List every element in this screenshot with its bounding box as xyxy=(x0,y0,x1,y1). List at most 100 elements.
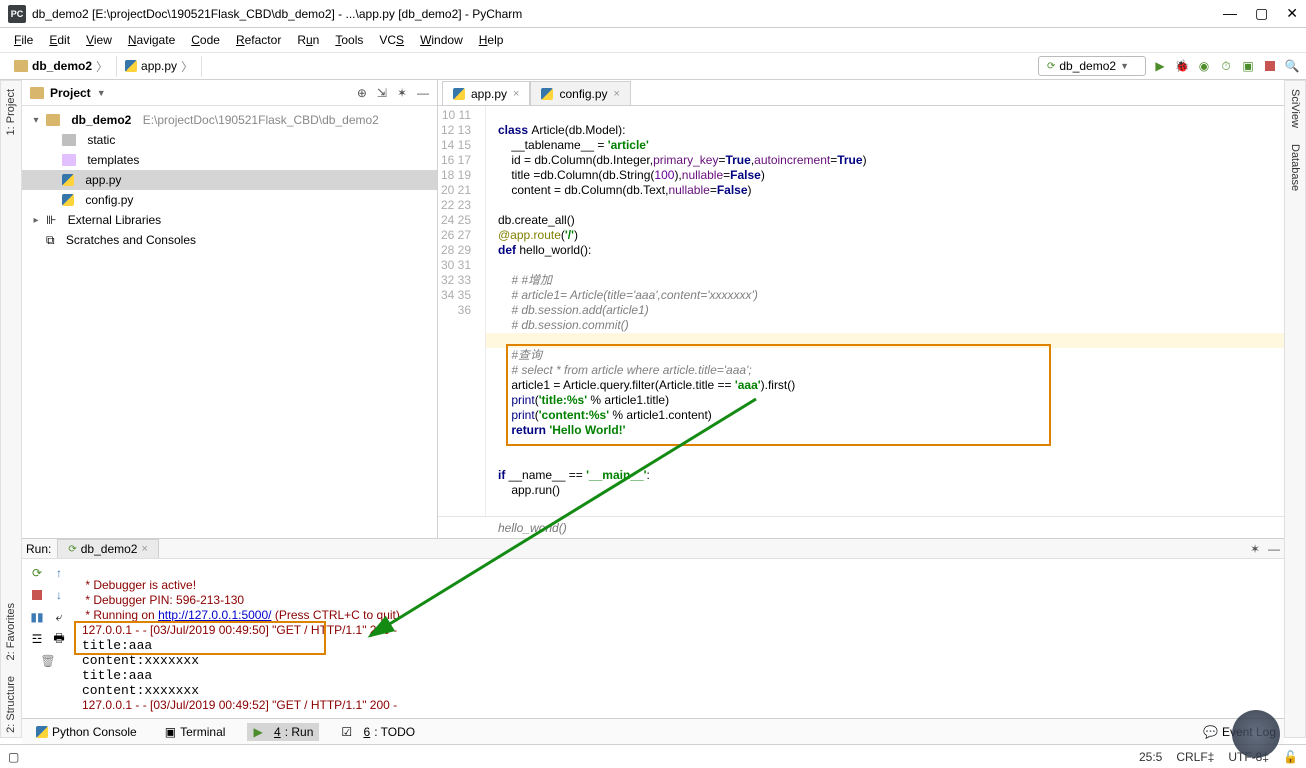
stop-button[interactable] xyxy=(1262,58,1278,74)
menu-view[interactable]: View xyxy=(80,31,118,49)
tree-root[interactable]: ▾ db_demo2 E:\projectDoc\190521Flask_CBD… xyxy=(22,110,437,130)
print-button[interactable]: 🖶 xyxy=(49,629,69,649)
sidetab-database[interactable]: Database xyxy=(1287,140,1303,195)
runconfig-dropdown[interactable]: ⟳ db_demo2 ▼ xyxy=(1038,56,1146,76)
toolwin-python-console[interactable]: Python Console xyxy=(30,723,143,741)
menu-run[interactable]: Run xyxy=(291,31,325,49)
terminal-icon: ▣ xyxy=(165,725,176,739)
navbar: db_demo2 〉 app.py 〉 ⟳ db_demo2 ▼ ▶ 🐞 ◉ ⏱… xyxy=(0,52,1306,80)
python-file-icon xyxy=(541,88,553,100)
menu-navigate[interactable]: Navigate xyxy=(122,31,181,49)
window-title: db_demo2 [E:\projectDoc\190521Flask_CBD\… xyxy=(32,7,522,21)
scroll-up-button[interactable]: ↑ xyxy=(49,563,69,583)
eventlog-icon: 💬 xyxy=(1203,725,1218,739)
run-label: Run: xyxy=(26,542,51,556)
tree-file-config[interactable]: config.py xyxy=(22,190,437,210)
tab-config[interactable]: config.py× xyxy=(530,81,630,105)
debug-button[interactable]: 🐞 xyxy=(1174,58,1190,74)
tab-app[interactable]: app.py× xyxy=(442,81,530,105)
python-icon xyxy=(36,726,48,738)
search-button[interactable]: 🔍 xyxy=(1284,58,1300,74)
bottom-toolbar: Python Console ▣Terminal ▶ 4: Run ☑ 6: T… xyxy=(22,718,1284,744)
rerun-button[interactable]: ⟳ xyxy=(27,563,47,583)
tree-external-libs[interactable]: ▸⊪ External Libraries xyxy=(22,210,437,230)
folder-icon xyxy=(30,87,44,99)
breadcrumb-root-label: db_demo2 xyxy=(32,59,92,73)
pycharm-logo-icon: PC xyxy=(8,5,26,23)
code-area[interactable]: 10 11 12 13 14 15 16 17 18 19 20 21 22 2… xyxy=(438,106,1284,516)
sidetab-favorites[interactable]: 2: Favorites xyxy=(3,599,19,664)
tree-folder-templates[interactable]: templates xyxy=(22,150,437,170)
collapse-all-icon[interactable]: ⇲ xyxy=(377,86,387,100)
code[interactable]: class Article(db.Model): __tablename__ =… xyxy=(486,106,1284,516)
trash-button[interactable]: 🗑 xyxy=(38,651,58,671)
tree-folder-static[interactable]: static xyxy=(22,130,437,150)
sidetab-project[interactable]: 1: Project xyxy=(3,85,19,139)
highlight-box-code xyxy=(506,344,1051,446)
python-file-icon xyxy=(453,88,465,100)
sidetab-structure[interactable]: 2: Structure xyxy=(3,672,19,737)
sidetab-sciview[interactable]: SciView xyxy=(1287,85,1303,132)
close-button[interactable]: ✕ xyxy=(1286,5,1298,22)
project-panel-title: Project xyxy=(50,86,91,100)
hide-panel-icon[interactable]: — xyxy=(417,86,429,100)
editor-breadcrumb: hello_world() xyxy=(438,516,1284,538)
project-tree[interactable]: ▾ db_demo2 E:\projectDoc\190521Flask_CBD… xyxy=(22,106,437,538)
titlebar: PC db_demo2 [E:\projectDoc\190521Flask_C… xyxy=(0,0,1306,28)
scroll-down-button[interactable]: ↓ xyxy=(49,585,69,605)
menu-code[interactable]: Code xyxy=(185,31,226,49)
maximize-button[interactable]: ▢ xyxy=(1255,5,1268,22)
settings-icon[interactable]: ✶ xyxy=(397,86,407,100)
breadcrumb-file[interactable]: app.py 〉 xyxy=(117,56,202,77)
scroll-from-source-icon[interactable]: ⊕ xyxy=(357,86,367,100)
status-pos[interactable]: 25:5 xyxy=(1139,750,1162,764)
run-tab[interactable]: ⟳db_demo2× xyxy=(57,539,159,558)
editor: app.py× config.py× 10 11 12 13 14 15 16 … xyxy=(438,80,1284,538)
run-panel: Run: ⟳db_demo2× ✶ — ⟳↑ ↓ ▮▮⤶ ☲🖶 🗑 * Debu… xyxy=(22,538,1284,738)
tree-scratches[interactable]: ⧉ Scratches and Consoles xyxy=(22,230,437,250)
status-messages-icon[interactable]: ▢ xyxy=(8,750,19,764)
runconfig-icon: ⟳ xyxy=(1047,61,1055,72)
close-tab-icon[interactable]: × xyxy=(614,88,620,100)
menu-edit[interactable]: Edit xyxy=(43,31,76,49)
attach-button[interactable]: ▣ xyxy=(1240,58,1256,74)
pause-button[interactable]: ▮▮ xyxy=(27,607,47,627)
highlight-box-console xyxy=(74,621,326,655)
menu-window[interactable]: Window xyxy=(414,31,469,49)
run-hide-icon[interactable]: — xyxy=(1268,542,1280,556)
breadcrumb-root[interactable]: db_demo2 〉 xyxy=(6,56,117,77)
python-file-icon xyxy=(125,60,137,72)
folder-icon xyxy=(14,60,28,72)
menu-file[interactable]: File xyxy=(8,31,39,49)
stop-button[interactable] xyxy=(27,585,47,605)
layout-button[interactable]: ☲ xyxy=(27,629,47,649)
breadcrumb-file-label: app.py xyxy=(141,59,177,73)
toolwin-todo[interactable]: ☑ 6: TODO xyxy=(335,723,421,741)
project-panel: Project ▼ ⊕ ⇲ ✶ — ▾ db_demo2 E:\projectD… xyxy=(22,80,438,538)
status-lineending[interactable]: CRLF‡ xyxy=(1176,750,1214,764)
watermark-icon xyxy=(1232,710,1280,758)
toolwin-terminal[interactable]: ▣Terminal xyxy=(159,723,232,741)
close-tab-icon[interactable]: × xyxy=(513,88,519,100)
minimize-button[interactable]: — xyxy=(1223,5,1237,22)
gutter: 10 11 12 13 14 15 16 17 18 19 20 21 22 2… xyxy=(438,106,486,516)
todo-icon: ☑ xyxy=(341,725,352,739)
run-icon: ▶ xyxy=(253,725,262,739)
editor-tabs: app.py× config.py× xyxy=(438,80,1284,106)
status-readonly-icon[interactable]: 🔓 xyxy=(1283,750,1298,764)
runconfig-name: db_demo2 xyxy=(1059,59,1116,73)
menubar: File Edit View Navigate Code Refactor Ru… xyxy=(0,28,1306,52)
tree-file-app[interactable]: app.py xyxy=(22,170,437,190)
profile-button[interactable]: ⏱ xyxy=(1218,58,1234,74)
left-tool-rail: 1: Project 2: Favorites 2: Structure xyxy=(0,80,22,738)
menu-help[interactable]: Help xyxy=(473,31,510,49)
menu-vcs[interactable]: VCS xyxy=(373,31,410,49)
right-tool-rail: SciView Database xyxy=(1284,80,1306,738)
wrap-button[interactable]: ⤶ xyxy=(49,607,69,627)
toolwin-run[interactable]: ▶ 4: Run xyxy=(247,723,319,741)
menu-tools[interactable]: Tools xyxy=(329,31,369,49)
coverage-button[interactable]: ◉ xyxy=(1196,58,1212,74)
menu-refactor[interactable]: Refactor xyxy=(230,31,287,49)
run-button[interactable]: ▶ xyxy=(1152,58,1168,74)
run-settings-icon[interactable]: ✶ xyxy=(1250,542,1260,556)
